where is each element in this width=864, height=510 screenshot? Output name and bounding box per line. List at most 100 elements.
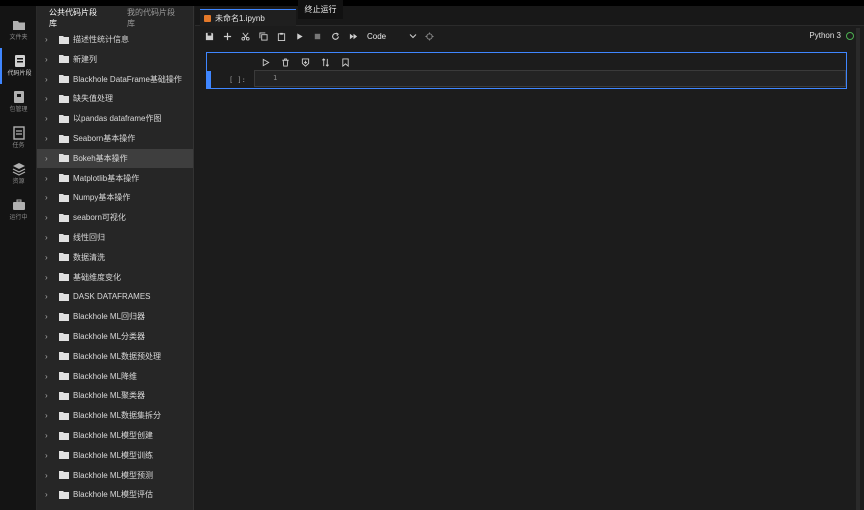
chevron-right-icon[interactable]: › <box>45 471 53 480</box>
kernel-status[interactable]: Python 3 <box>809 31 854 40</box>
copy-button[interactable] <box>254 27 272 45</box>
cell-type-select[interactable]: Code <box>367 32 417 41</box>
tree-item[interactable]: › 描述性统计信息 <box>37 30 193 49</box>
scrollbar[interactable] <box>856 28 860 510</box>
tree-item[interactable]: › Bokeh基本操作 <box>37 148 193 168</box>
chevron-right-icon[interactable]: › <box>45 312 53 321</box>
cell-prompt: [ ]: <box>229 76 246 84</box>
chevron-right-icon[interactable]: › <box>45 273 53 282</box>
tree-item[interactable]: › 数据清洗 <box>37 248 193 267</box>
tree-item-label: Blackhole ML聚类器 <box>73 391 146 401</box>
tree-item[interactable]: › Numpy基本操作 <box>37 188 193 207</box>
chevron-right-icon[interactable]: › <box>45 75 53 84</box>
notebook-tab[interactable]: 未命名1.ipynb <box>200 9 296 26</box>
chevron-right-icon[interactable]: › <box>45 114 53 123</box>
chevron-right-icon[interactable]: › <box>45 431 53 440</box>
tree-item[interactable]: › DASK DATAFRAMES <box>37 287 193 306</box>
tree-item[interactable]: › 新建列 <box>37 50 193 69</box>
tree-item[interactable]: › 以pandas dataframe作图 <box>37 109 193 128</box>
notebook-tab-title: 未命名1.ipynb <box>215 13 265 23</box>
code-cell[interactable]: [ ]: 1 <box>206 52 847 89</box>
folder-icon <box>59 35 69 44</box>
chevron-right-icon[interactable]: › <box>45 451 53 460</box>
chevron-right-icon[interactable]: › <box>45 352 53 361</box>
play-outline-icon <box>262 58 270 66</box>
chevron-right-icon[interactable]: › <box>45 253 53 262</box>
restart-button[interactable] <box>326 27 344 45</box>
tree-item[interactable]: › Blackhole ML回归器 <box>37 307 193 326</box>
refresh-icon <box>331 32 339 40</box>
chevron-right-icon[interactable]: › <box>45 332 53 341</box>
activity-resources[interactable]: 资源 <box>0 156 37 192</box>
activity-snippets[interactable]: 代码片段 <box>0 48 37 84</box>
run-button[interactable] <box>290 27 308 45</box>
tree-item[interactable]: › 缺失值处理 <box>37 89 193 108</box>
notebook-icon <box>204 14 211 22</box>
add-cell-button[interactable] <box>218 27 236 45</box>
code-editor[interactable]: 1 <box>254 70 846 87</box>
chevron-right-icon[interactable]: › <box>45 391 53 400</box>
activity-running[interactable]: 运行中 <box>0 192 37 228</box>
activity-tasks[interactable]: 任务 <box>0 120 37 156</box>
format-cell-button[interactable] <box>295 55 315 69</box>
chevron-right-icon[interactable]: › <box>45 154 53 163</box>
tree-item-label: Blackhole ML数据预处理 <box>73 351 162 361</box>
chevron-right-icon[interactable]: › <box>45 134 53 143</box>
folder-icon <box>59 431 69 440</box>
chevron-right-icon[interactable]: › <box>45 233 53 242</box>
tree-item[interactable]: › Blackhole ML降维 <box>37 367 193 386</box>
chevron-right-icon[interactable]: › <box>45 193 53 202</box>
tree-item[interactable]: › Blackhole ML分类器 <box>37 327 193 346</box>
tree-item[interactable]: › 基础维度变化 <box>37 268 193 287</box>
cut-button[interactable] <box>236 27 254 45</box>
run-cell-button[interactable] <box>255 55 275 69</box>
run-all-button[interactable] <box>344 27 362 45</box>
tree-item[interactable]: › Blackhole ML模型评估 <box>37 485 193 504</box>
tree-item[interactable]: › seaborn可视化 <box>37 208 193 227</box>
chevron-right-icon[interactable]: › <box>45 292 53 301</box>
tree-item[interactable]: › Blackhole ML模型创建 <box>37 426 193 445</box>
tree-item[interactable]: › Blackhole ML模型训练 <box>37 446 193 465</box>
chevron-right-icon[interactable]: › <box>45 35 53 44</box>
folder-icon <box>59 451 69 460</box>
tab-my-snippets[interactable]: 我的代码片段库 <box>115 7 193 29</box>
chevron-right-icon[interactable]: › <box>45 490 53 499</box>
chevron-right-icon[interactable]: › <box>45 174 53 183</box>
folder-icon <box>59 273 69 282</box>
tree-item-label: seaborn可视化 <box>73 213 126 223</box>
move-cell-button[interactable] <box>315 55 335 69</box>
save-button[interactable] <box>200 27 218 45</box>
chevron-right-icon[interactable]: › <box>45 372 53 381</box>
tree-item[interactable]: › Blackhole DataFrame基础操作 <box>37 70 193 89</box>
tree-item-label: Blackhole ML降维 <box>73 371 138 381</box>
folder-icon <box>59 372 69 381</box>
chevron-right-icon[interactable]: › <box>45 411 53 420</box>
trash-icon <box>281 57 289 67</box>
shield-download-icon <box>301 57 309 67</box>
tree-item-label: Seaborn基本操作 <box>73 134 136 143</box>
debug-button[interactable] <box>420 27 438 45</box>
cell-type-value: Code <box>367 31 387 41</box>
tree-item[interactable]: › Matplotlib基本操作 <box>37 169 193 188</box>
scissors-icon <box>240 32 250 41</box>
folder-icon <box>59 490 69 499</box>
activity-packages[interactable]: 包管理 <box>0 84 37 120</box>
tree-item-label: Blackhole ML分类器 <box>73 332 146 341</box>
activity-label: 资源 <box>12 179 25 185</box>
tree-item[interactable]: › 线性回归 <box>37 228 193 247</box>
chevron-right-icon[interactable]: › <box>45 55 53 64</box>
tree-item[interactable]: › Blackhole ML数据集拆分 <box>37 406 193 425</box>
paste-button[interactable] <box>272 27 290 45</box>
tree-item[interactable]: › Blackhole ML模型预测 <box>37 466 193 485</box>
chevron-right-icon[interactable]: › <box>45 213 53 222</box>
activity-folder[interactable]: 文件夹 <box>0 12 37 48</box>
tree-item[interactable]: › Blackhole ML数据预处理 <box>37 347 193 366</box>
tree-item[interactable]: › Seaborn基本操作 <box>37 129 193 148</box>
chevron-right-icon[interactable]: › <box>45 94 53 103</box>
tree-item[interactable]: › Blackhole ML聚类器 <box>37 386 193 405</box>
delete-cell-button[interactable] <box>275 55 295 69</box>
activity-bar: 文件夹 代码片段 包管理 任务 资源 运行中 <box>0 6 37 510</box>
stop-button[interactable] <box>308 27 326 45</box>
bookmark-cell-button[interactable] <box>335 55 355 69</box>
tab-public-snippets[interactable]: 公共代码片段库 <box>37 7 115 29</box>
